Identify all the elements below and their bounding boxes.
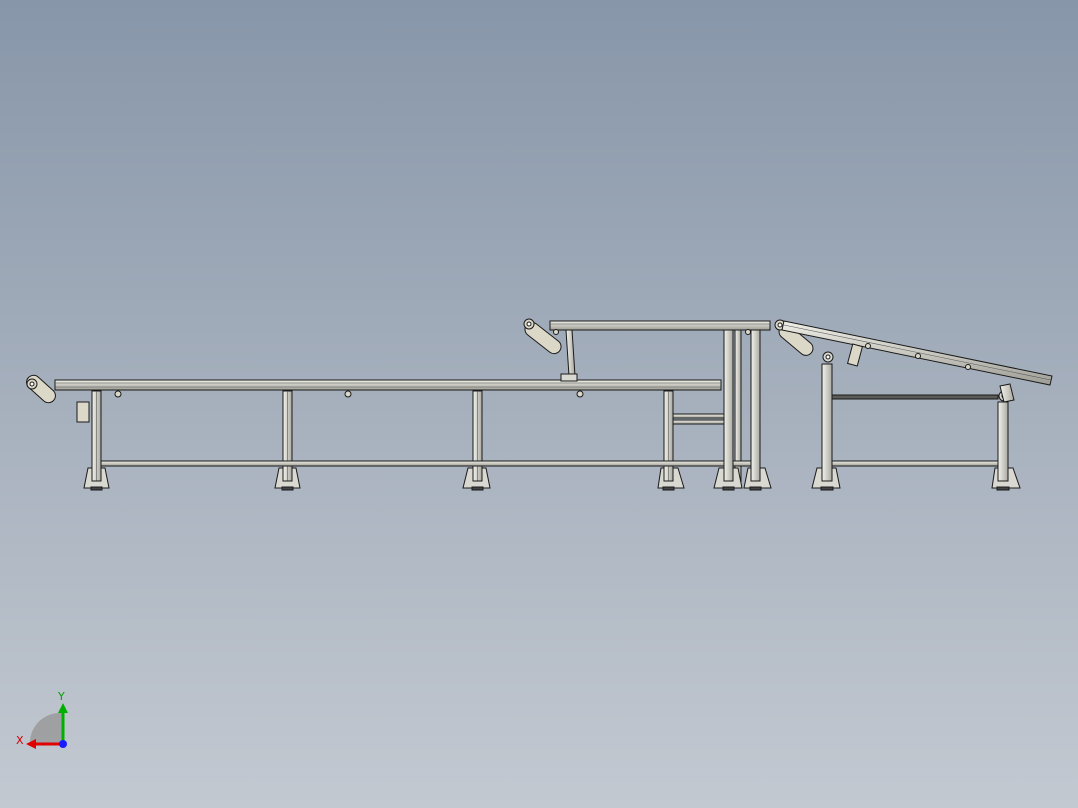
x-axis-label: X [16,734,24,747]
coordinate-triad[interactable]: Y X [16,690,68,749]
long-conveyor-legs [91,390,674,482]
elevated-conveyor-beam [549,320,771,331]
long-conveyor-beam [54,379,722,391]
long-conveyor-end-roller [26,374,56,404]
return-rollers [114,390,671,399]
long-conveyor-brace [672,413,727,419]
long-conveyor-feet [83,467,685,489]
support-strut [565,329,576,377]
drive-motor [76,401,90,423]
inclined-conveyor[interactable] [774,319,1053,491]
elevated-conveyor-legs [723,329,761,483]
incline-bracket [846,343,864,367]
leveling-pads [90,486,675,491]
elevated-conveyor-feet [713,467,772,489]
incline-upper-crossbar [831,394,999,400]
inclined-conveyor-feet [811,467,1021,489]
cad-viewport[interactable]: Y X [0,0,1078,808]
incline-lower-crossbar [831,460,999,467]
z-axis-dot-icon [59,740,67,748]
long-conveyor-stretcher [100,460,727,467]
y-axis-label: Y [57,690,65,703]
long-conveyor[interactable] [24,372,727,491]
